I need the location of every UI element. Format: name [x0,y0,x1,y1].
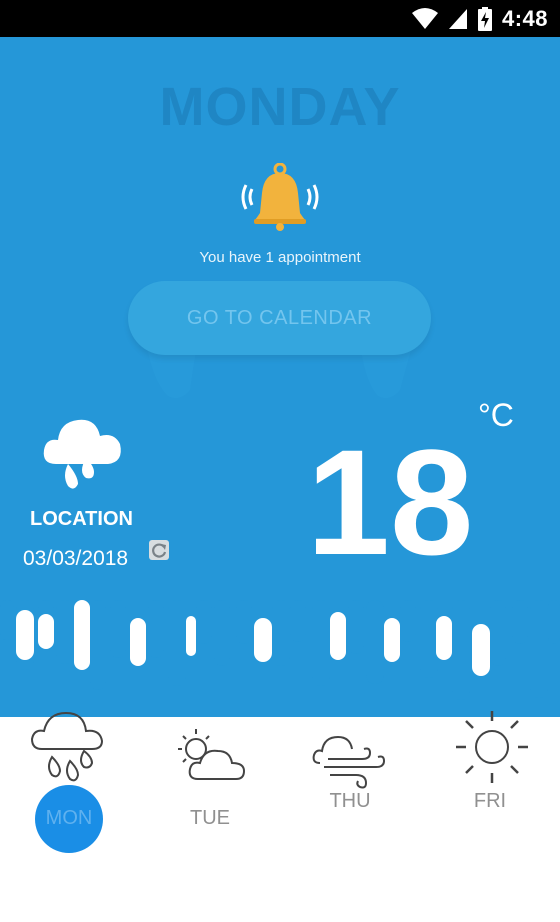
windy-icon [312,735,386,789]
forecast-day-label: THU [329,790,371,812]
drip-edge [0,600,560,700]
partly-cloudy-icon [178,729,246,780]
forecast-day-thu[interactable]: THU [280,705,420,855]
rain-cloud-icon [30,711,104,782]
temperature-unit: °C [478,397,514,433]
bell-icon [241,163,319,231]
rain-cloud-icon [43,419,121,489]
forecast-day-mon[interactable]: MON [0,705,140,855]
forecast-day-label: MON [45,807,93,829]
sun-icon [456,711,528,783]
forecast-strip: MON TUE THU FRI [0,705,560,855]
forecast-day-tue[interactable]: TUE [140,705,280,855]
signal-icon [448,8,467,29]
location-label[interactable]: LOCATION [30,508,133,531]
status-time: 4:48 [501,5,548,31]
forecast-day-fri[interactable]: FRI [420,705,560,855]
wifi-icon [411,7,438,29]
forecast-day-label: FRI [473,790,507,812]
temperature-value: 18 [306,418,474,586]
appointment-text: You have 1 appointment [199,249,361,266]
refresh-icon[interactable] [149,540,169,560]
battery-charging-icon [477,6,492,31]
status-bar: 4:48 [0,0,560,37]
date-label: 03/03/2018 [23,547,129,570]
forecast-day-label: TUE [190,807,230,829]
day-title: MONDAY [159,77,401,137]
go-to-calendar-button[interactable]: GO TO CALENDAR [128,281,431,355]
